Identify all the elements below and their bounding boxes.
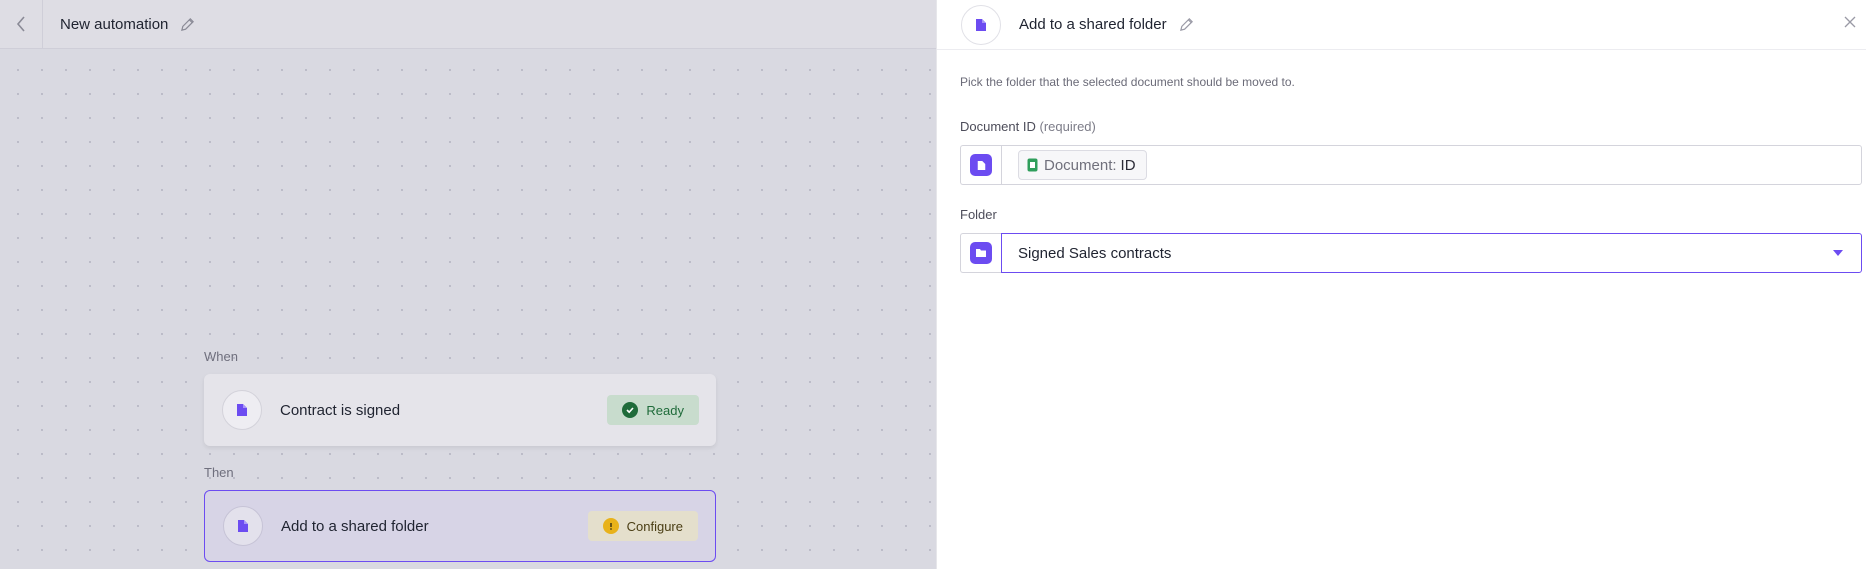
- token-value: ID: [1120, 156, 1136, 174]
- action-title: Add to a shared folder: [281, 517, 429, 535]
- then-label: Then: [204, 465, 234, 480]
- status-badge-label: Configure: [626, 518, 683, 534]
- trigger-card[interactable]: Contract is signed Ready: [204, 374, 716, 446]
- document-icon: [238, 520, 248, 532]
- token-key: Document:: [1044, 156, 1117, 174]
- document-icon: [976, 18, 986, 31]
- when-label: When: [204, 349, 238, 364]
- edit-panel-title-button[interactable]: [1179, 17, 1194, 32]
- chevron-left-icon: [16, 16, 25, 32]
- top-bar: New automation: [0, 0, 936, 49]
- close-button[interactable]: [1840, 12, 1860, 32]
- folder-select[interactable]: Signed Sales contracts: [1001, 233, 1862, 273]
- trigger-title: Contract is signed: [280, 401, 401, 419]
- document-id-input[interactable]: Document: ID: [1001, 145, 1862, 185]
- folder-field: Signed Sales contracts: [960, 233, 1862, 273]
- pencil-icon: [1179, 18, 1193, 31]
- action-card[interactable]: Add to a shared folder Configure: [204, 490, 716, 562]
- panel-description: Pick the folder that the selected docume…: [960, 75, 1295, 89]
- trigger-icon-circle: [222, 390, 262, 430]
- automation-title: New automation: [60, 15, 169, 33]
- document-icon: [237, 404, 247, 416]
- document-id-icon-box: [960, 145, 1001, 185]
- document-id-field: Document: ID: [960, 145, 1862, 185]
- warning-icon: [602, 518, 619, 534]
- required-marker: (required): [1039, 119, 1096, 134]
- spreadsheet-doc-icon: [1027, 158, 1038, 172]
- status-badge-configure[interactable]: Configure: [587, 511, 698, 541]
- close-icon: [1844, 16, 1856, 28]
- folder-select-value: Signed Sales contracts: [1018, 244, 1172, 262]
- automation-canvas[interactable]: New automation When Contract is signed R…: [0, 0, 936, 569]
- document-id-label: Document ID (required): [960, 119, 1096, 134]
- document-icon: [970, 154, 992, 176]
- document-id-token[interactable]: Document: ID: [1018, 150, 1147, 180]
- panel-title: Add to a shared folder: [1019, 16, 1167, 33]
- pencil-icon: [181, 17, 195, 31]
- document-id-label-text: Document ID: [960, 119, 1036, 134]
- edit-title-button[interactable]: [180, 17, 195, 32]
- config-panel: Add to a shared folder Pick the folder t…: [936, 0, 1866, 569]
- status-badge-label: Ready: [646, 402, 684, 418]
- status-badge-ready: Ready: [607, 395, 699, 425]
- panel-icon-circle: [961, 4, 1001, 45]
- check-circle-icon: [622, 402, 639, 418]
- action-icon-circle: [223, 506, 263, 546]
- caret-down-icon: [1833, 250, 1843, 256]
- panel-header: Add to a shared folder: [937, 0, 1866, 50]
- folder-icon-box: [960, 233, 1001, 273]
- folder-icon: [970, 242, 992, 264]
- back-button[interactable]: [0, 0, 43, 49]
- folder-label: Folder: [960, 207, 997, 222]
